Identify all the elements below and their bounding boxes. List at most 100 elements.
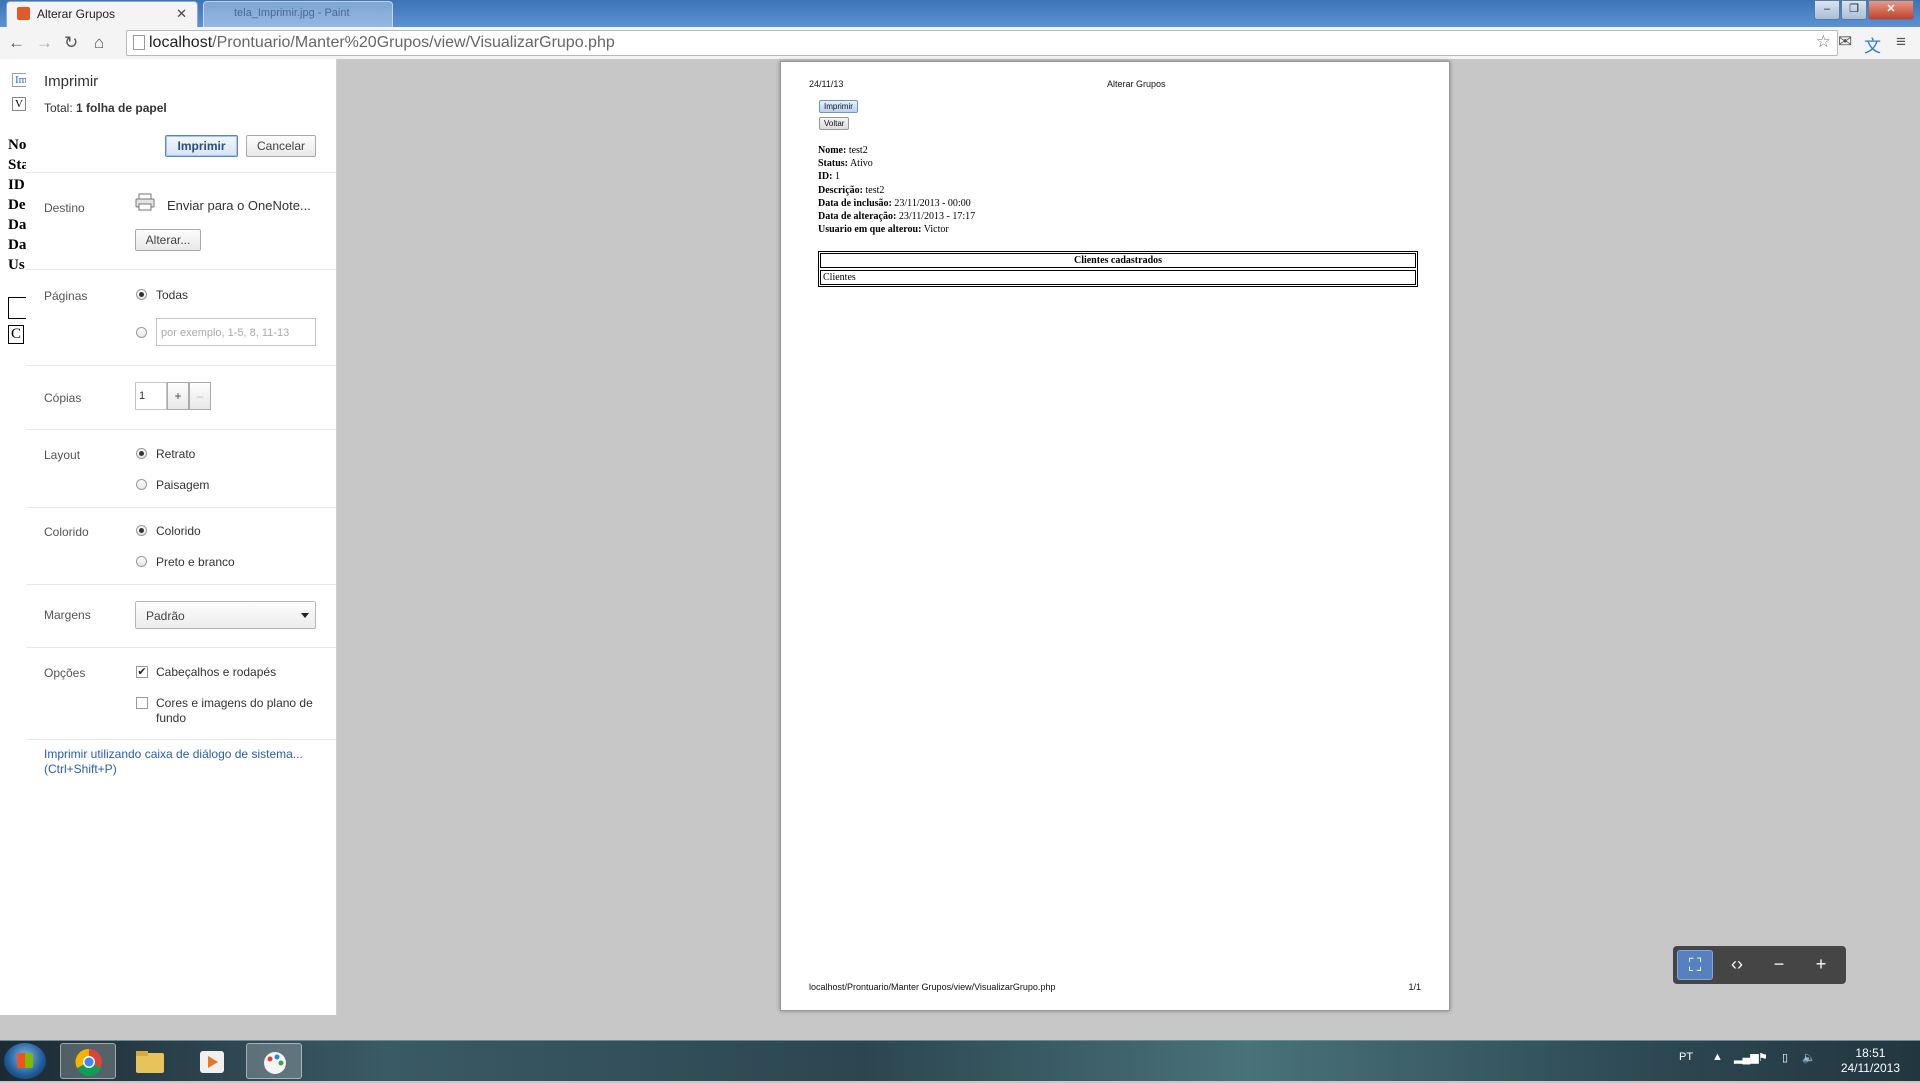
system-dialog-link[interactable]: Imprimir utilizando caixa de diálogo de … [44, 747, 303, 777]
underlay-text: Sta [8, 157, 26, 173]
taskbar-media-player[interactable] [184, 1043, 240, 1079]
maximize-button[interactable]: ❐ [1841, 0, 1867, 20]
preview-footer-url: localhost/Prontuario/Manter Grupos/view/… [809, 982, 1056, 992]
network-icon[interactable]: ▂▄▆ [1734, 1051, 1759, 1064]
divider [26, 507, 336, 508]
dropdown-arrow-icon [301, 613, 309, 618]
copies-increment-button[interactable]: + [167, 382, 189, 410]
change-destination-button[interactable]: Alterar... [135, 229, 201, 251]
taskbar-chrome[interactable] [60, 1043, 116, 1079]
divider [26, 172, 336, 173]
clock-date: 24/11/2013 [1840, 1061, 1900, 1075]
layout-label: Layout [44, 448, 81, 462]
field-value: 1 [832, 171, 840, 182]
system-clock[interactable]: 18:51 24/11/2013 [1841, 1046, 1900, 1076]
copies-decrement-button[interactable]: – [189, 382, 211, 410]
page-icon [133, 35, 145, 50]
preview-header-date: 24/11/13 [809, 79, 844, 89]
margins-select[interactable]: Padrão [135, 601, 316, 629]
total-value: 1 folha de papel [76, 101, 167, 115]
pages-all-radio[interactable] [136, 289, 147, 300]
field-value: 23/11/2013 - 00:00 [891, 198, 971, 209]
color-color-radio[interactable] [136, 525, 147, 536]
headers-footers-checkbox[interactable]: ✔ [136, 666, 148, 678]
divider [26, 365, 336, 366]
headers-footers-label: Cabeçalhos e rodapés [156, 665, 277, 679]
tab-alterar-grupos[interactable]: Alterar Grupos ✕ [6, 1, 198, 27]
taskbar-explorer[interactable] [122, 1043, 178, 1079]
menu-icon[interactable]: ≡ [1896, 32, 1906, 52]
system-dialog-line2: (Ctrl+Shift+P) [44, 762, 117, 776]
show-hidden-icons-icon[interactable]: ▲ [1712, 1051, 1723, 1063]
close-window-button[interactable]: ✕ [1868, 0, 1914, 20]
copies-input[interactable]: 1 [135, 382, 167, 410]
minimize-button[interactable]: – [1814, 0, 1840, 20]
field-modified: Data de alteração: 23/11/2013 - 17:17 [818, 211, 975, 222]
battery-icon[interactable]: ▯ [1782, 1051, 1788, 1064]
margins-value: Padrão [146, 609, 185, 623]
reload-icon[interactable]: ↻ [64, 33, 78, 53]
printer-icon [135, 193, 155, 211]
windows-taskbar: PT ▲ ▂▄▆ ⚑ ▯ 🔈 18:51 24/11/2013 [0, 1040, 1920, 1081]
field-label: Usuario em que alterou: [818, 224, 922, 235]
field-value: Ativo [848, 158, 873, 169]
underlay-text: Da [8, 237, 26, 253]
forward-arrow-icon[interactable]: → [36, 33, 53, 53]
zoom-in-icon[interactable]: + [1803, 950, 1839, 980]
cancel-button[interactable]: Cancelar [246, 135, 316, 157]
backgrounds-label-line2: fundo [156, 711, 187, 725]
field-modified-by: Usuario em que alterou: Victor [818, 224, 949, 235]
underlay-text: De [8, 197, 26, 213]
underlay-box [8, 297, 26, 319]
pages-range-input[interactable]: por exemplo, 1-5, 8, 11-13 [156, 318, 316, 346]
mail-checker-icon[interactable]: ✉ [1838, 32, 1852, 52]
back-arrow-icon[interactable]: ← [8, 33, 25, 53]
language-indicator[interactable]: PT [1679, 1051, 1693, 1063]
color-bw-radio[interactable] [136, 556, 147, 567]
pages-custom-radio[interactable] [136, 327, 147, 338]
paint-icon [264, 1052, 286, 1074]
volume-icon[interactable]: 🔈 [1802, 1051, 1816, 1064]
start-button[interactable] [4, 1043, 46, 1079]
home-icon[interactable]: ⌂ [94, 33, 104, 53]
tab-close-icon[interactable]: ✕ [176, 6, 187, 22]
layout-landscape-radio[interactable] [136, 479, 147, 490]
field-value: Victor [921, 224, 949, 235]
backgrounds-label-line1: Cores e imagens do plano de [156, 696, 313, 710]
print-preview-page: 24/11/13 Alterar Grupos Imprimir Voltar … [780, 61, 1450, 1011]
zoom-out-icon[interactable]: − [1761, 950, 1797, 980]
underlay-button: V [12, 97, 26, 111]
preview-print-button: Imprimir [819, 100, 858, 113]
chrome-icon [75, 1048, 102, 1076]
clients-table-row: Clientes [820, 270, 1416, 285]
windows-logo-icon [17, 1053, 33, 1068]
print-heading: Imprimir [44, 73, 99, 90]
system-dialog-line1: Imprimir utilizando caixa de diálogo de … [44, 747, 303, 761]
taskbar-paint[interactable] [246, 1043, 302, 1079]
clients-table: Clientes cadastrados Clientes [818, 251, 1418, 287]
url-text: localhost/Prontuario/Manter%20Grupos/vie… [149, 34, 615, 52]
translate-icon[interactable]: 文 [1864, 32, 1881, 57]
total-label: Total: [44, 101, 73, 115]
window-controls: – ❐ ✕ [1814, 0, 1914, 20]
print-button[interactable]: Imprimir [165, 135, 238, 157]
destination-value: Enviar para o OneNote... [167, 198, 311, 213]
folder-icon [136, 1051, 164, 1073]
bookmark-star-icon[interactable]: ☆ [1816, 32, 1831, 52]
pages-all-label: Todas [156, 288, 189, 302]
preview-back-button: Voltar [819, 117, 850, 130]
fit-to-page-icon[interactable]: ⛶ [1677, 950, 1713, 980]
media-player-icon [200, 1051, 224, 1073]
underlying-page: Im V No Sta ID De Da Da Us C [0, 59, 26, 1015]
divider [26, 269, 336, 270]
url-path: /Prontuario/Manter%20Grupos/view/Visuali… [212, 34, 615, 51]
copies-label: Cópias [44, 391, 82, 405]
layout-portrait-radio[interactable] [136, 448, 147, 459]
tab-paint[interactable]: tela_Imprimir.jpg - Paint [203, 1, 393, 27]
address-bar[interactable]: localhost/Prontuario/Manter%20Grupos/vie… [126, 30, 1838, 56]
backgrounds-checkbox[interactable] [136, 697, 148, 709]
field-id: ID: 1 [818, 171, 840, 182]
action-center-flag-icon[interactable]: ⚑ [1758, 1051, 1768, 1064]
fit-to-width-icon[interactable]: ‹› [1719, 950, 1755, 980]
field-name: Nome: test2 [818, 145, 868, 156]
